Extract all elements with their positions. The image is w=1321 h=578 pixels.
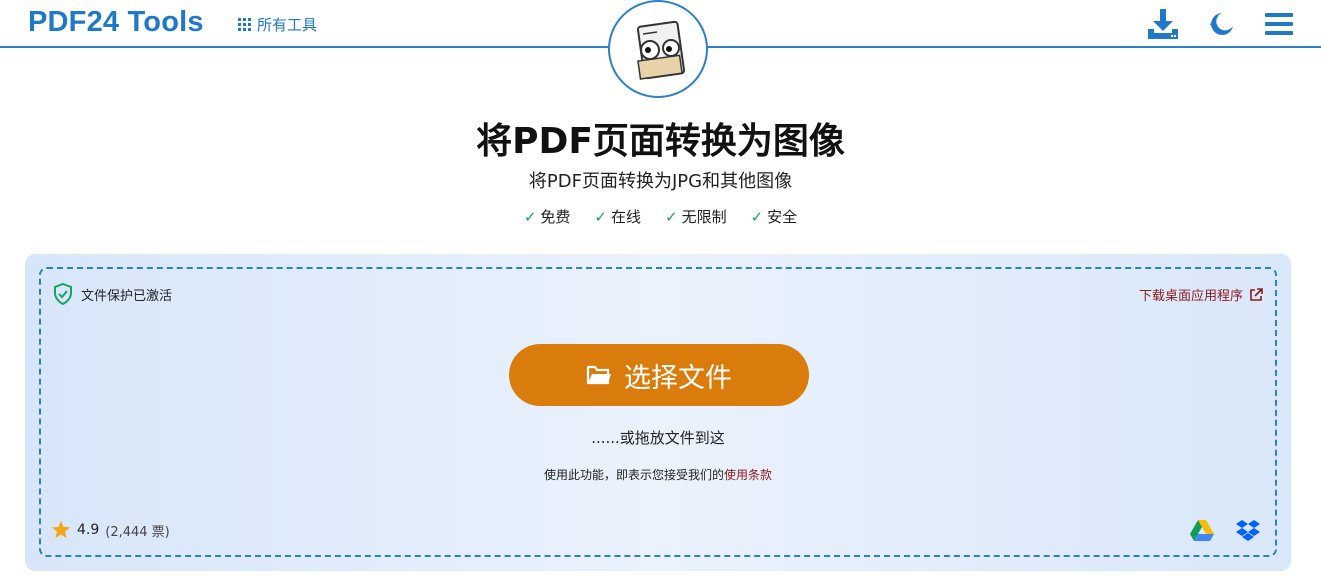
- google-drive-button[interactable]: [1189, 518, 1215, 544]
- shield-check-icon: [54, 283, 72, 305]
- menu-icon: [1265, 13, 1293, 35]
- rating-value: 4.9: [77, 522, 100, 538]
- drop-zone[interactable]: 文件保护已激活 下载桌面应用程序 选择文件 ......或拖放文件到这 使用此功…: [39, 267, 1277, 557]
- page-subtitle: 将PDF页面转换为JPG和其他图像: [528, 171, 793, 192]
- star-icon: [52, 521, 70, 538]
- file-protection-status: 文件保护已激活: [53, 283, 172, 305]
- dropbox-icon: [1236, 520, 1260, 541]
- feature-item: ✓ 免费: [523, 207, 571, 227]
- rating: 4.9 (2,444 票): [51, 520, 170, 540]
- check-icon: ✓: [523, 207, 537, 226]
- feature-item: ✓ 无限制: [665, 207, 727, 227]
- svg-text:✦: ✦: [1209, 22, 1213, 28]
- logo[interactable]: PDF24 Tools: [28, 6, 204, 39]
- night-mode-button[interactable]: ✦ ✦: [1203, 6, 1239, 42]
- svg-text:✦: ✦: [1213, 14, 1219, 22]
- desktop-app-link[interactable]: 下载桌面应用程序: [1139, 285, 1263, 304]
- check-icon: ✓: [665, 207, 678, 226]
- terms-link[interactable]: 使用条款: [724, 468, 772, 482]
- rating-votes: (2,444 票): [105, 524, 170, 540]
- feature-item: ✓ 安全: [750, 207, 798, 227]
- choose-file-label: 选择文件: [624, 362, 732, 394]
- check-icon: ✓: [750, 207, 764, 226]
- feature-list: ✓ 免费 ✓ 在线 ✓ 无限制 ✓ 安全: [0, 206, 1321, 227]
- grid-icon: [238, 18, 251, 31]
- download-icon: [1148, 9, 1178, 39]
- check-icon: ✓: [594, 207, 607, 226]
- choose-file-button[interactable]: 选择文件: [509, 344, 809, 406]
- external-link-icon: [1250, 287, 1263, 301]
- google-drive-icon: [1190, 520, 1214, 541]
- page-title: 将PDF页面转换为图像: [476, 121, 845, 162]
- menu-button[interactable]: [1261, 6, 1297, 42]
- drop-hint: ......或拖放文件到这: [591, 429, 725, 447]
- folder-open-icon: [586, 365, 611, 385]
- feature-item: ✓ 在线: [594, 207, 641, 227]
- mascot-icon: [636, 20, 686, 80]
- all-tools-link[interactable]: 所有工具: [238, 14, 317, 35]
- dropbox-button[interactable]: [1235, 518, 1261, 544]
- all-tools-label: 所有工具: [257, 16, 318, 34]
- terms-notice: 使用此功能，即表示您接受我们的使用条款: [543, 468, 773, 482]
- upload-panel: 文件保护已激活 下载桌面应用程序 选择文件 ......或拖放文件到这 使用此功…: [25, 254, 1291, 571]
- night-mode-icon: ✦ ✦: [1209, 13, 1233, 35]
- download-button[interactable]: [1145, 6, 1181, 42]
- mascot-image: [608, 0, 708, 98]
- protection-label: 文件保护已激活: [81, 288, 173, 304]
- cloud-sources: [1189, 518, 1261, 544]
